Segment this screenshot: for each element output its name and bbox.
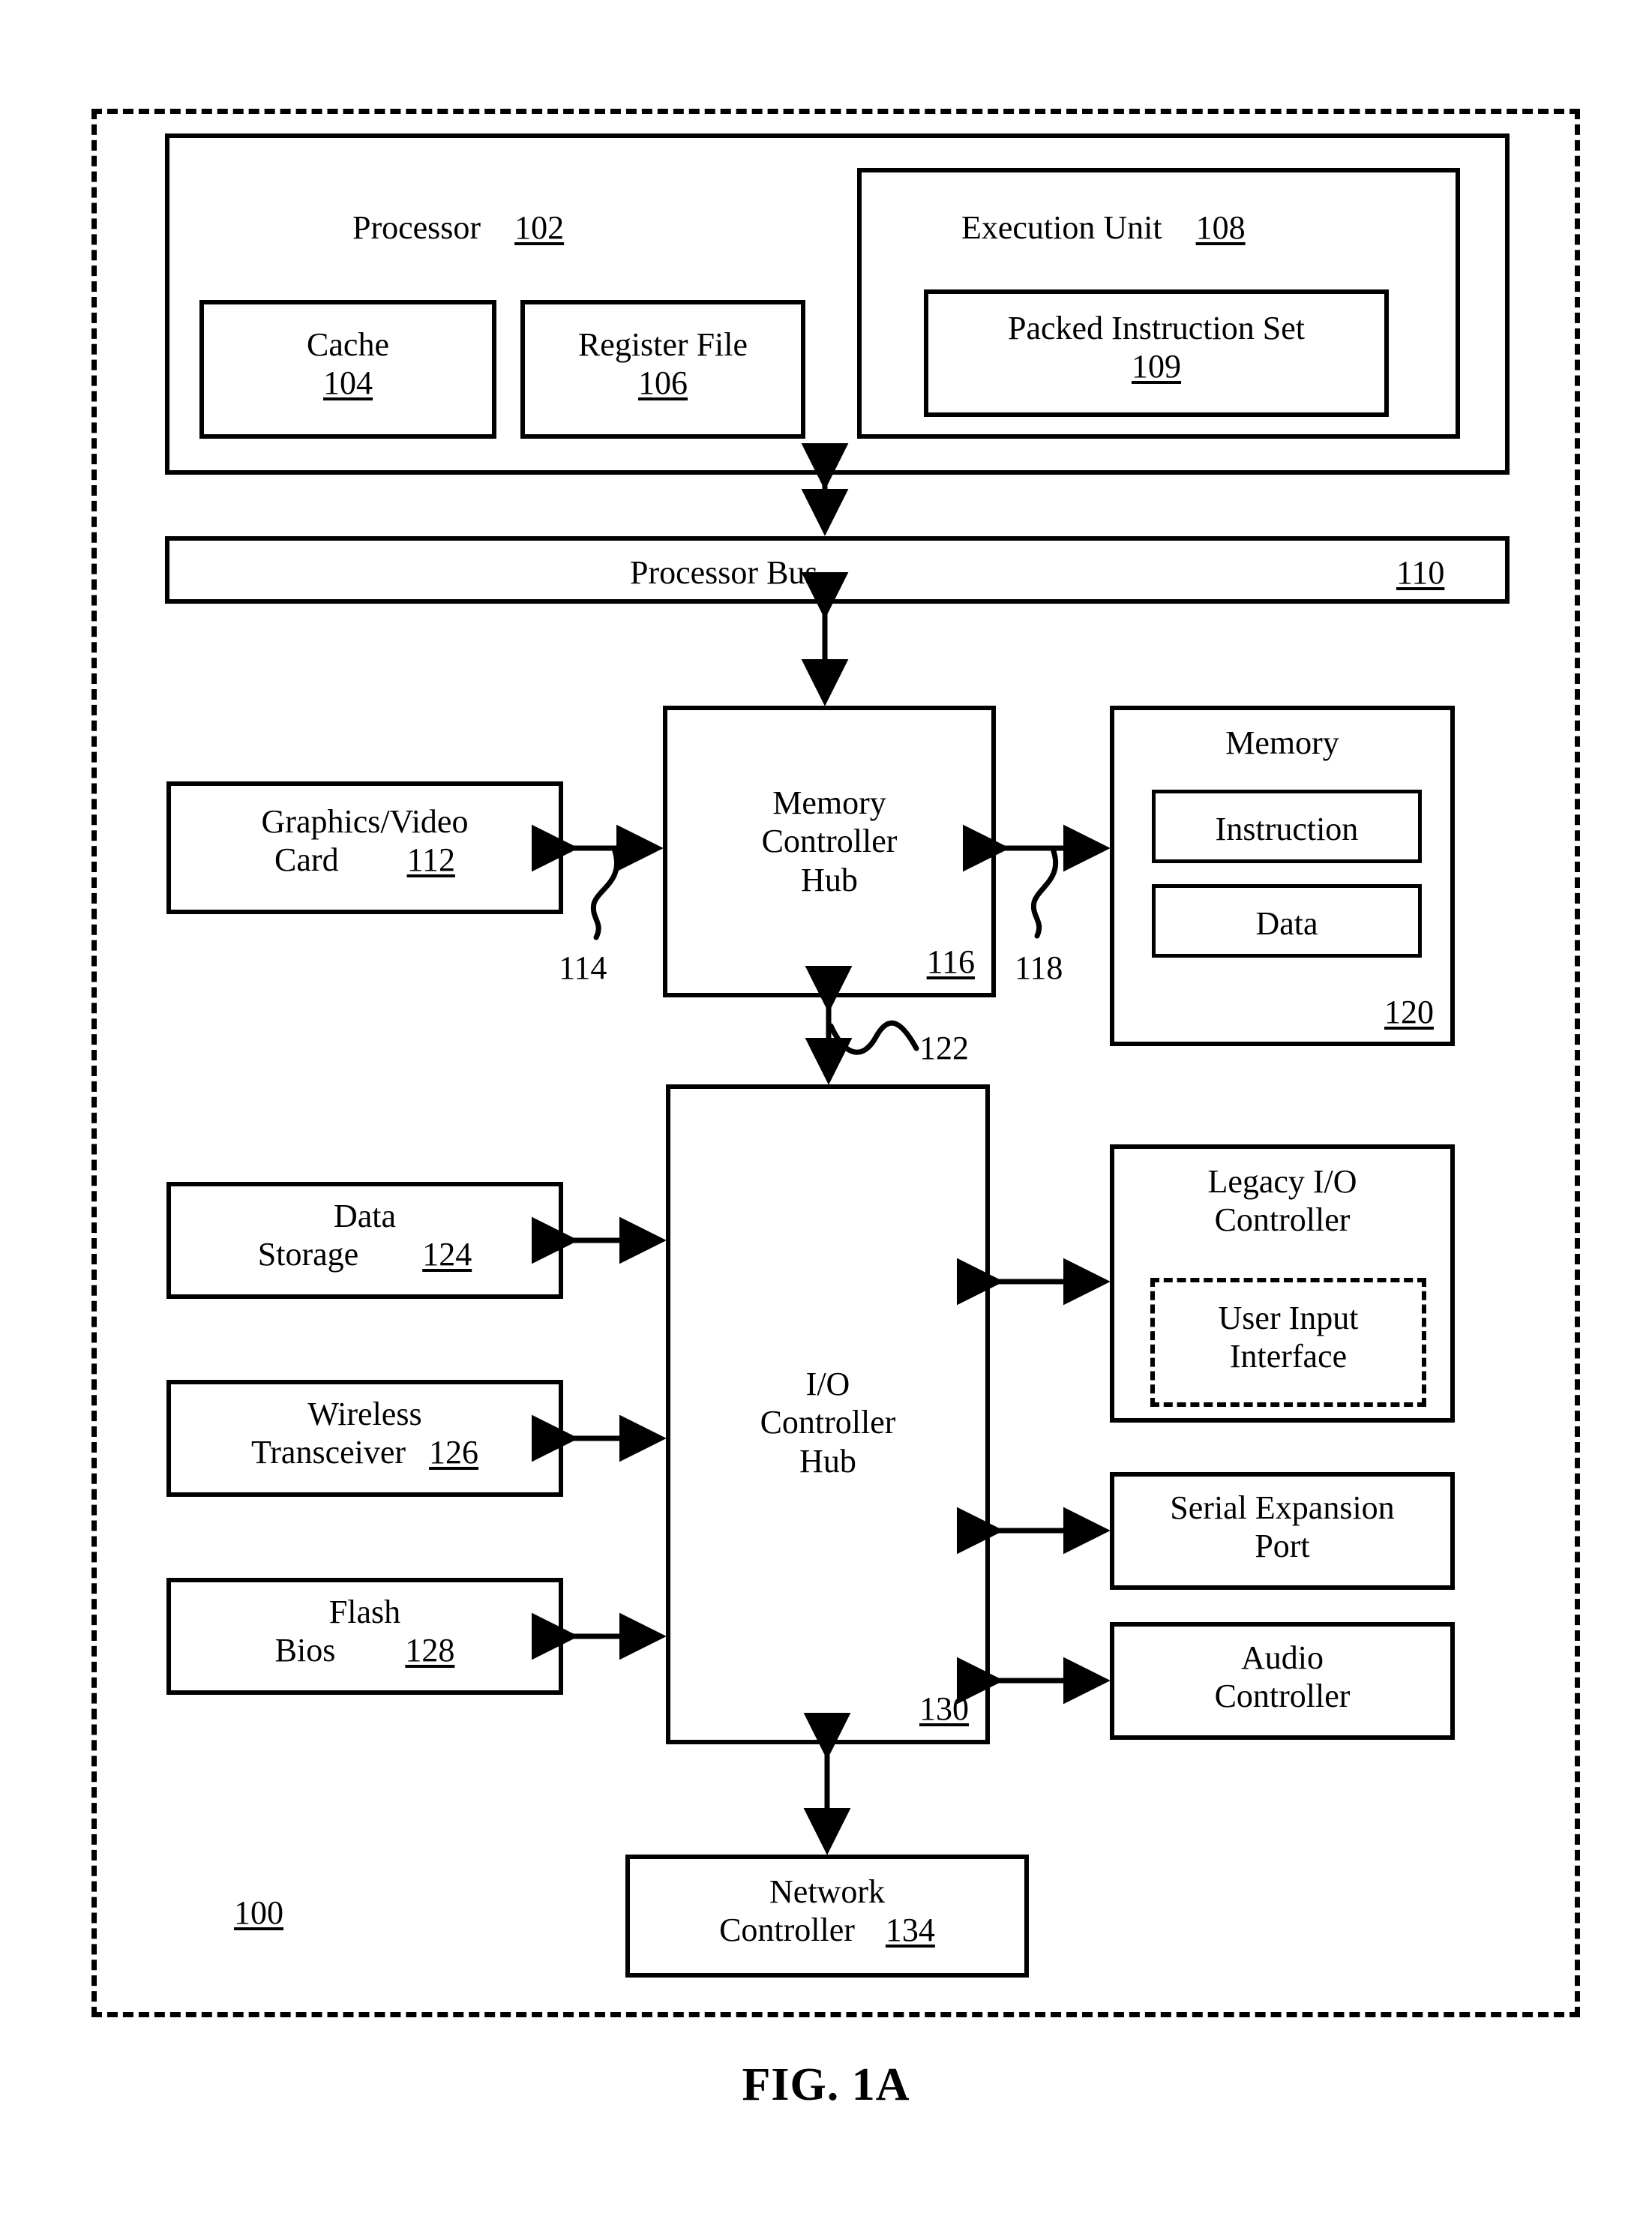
data-storage-block: Data Storage 124 [166, 1182, 563, 1299]
memory-controller-hub-line2: Controller [761, 823, 898, 860]
packed-instruction-set-block: Packed Instruction Set 109 [924, 289, 1389, 417]
memory-data-block: Data [1152, 884, 1422, 958]
wireless-transceiver-line2: Transceiver [250, 1434, 406, 1471]
flash-bios-line2-row: Bios 128 [171, 1631, 559, 1669]
graphics-link-ref: 114 [559, 949, 607, 986]
data-storage-line2-row: Storage 124 [171, 1235, 559, 1273]
flash-bios-ref: 128 [405, 1632, 455, 1669]
serial-expansion-port-block: Serial Expansion Port [1110, 1472, 1455, 1590]
processor-label: Processor 102 [352, 208, 564, 247]
packed-instruction-set-label: Packed Instruction Set [1008, 310, 1305, 346]
processor-ref: 102 [514, 209, 565, 246]
graphics-video-card-line1: Graphics/Video [261, 803, 469, 840]
memory-controller-hub-block: Memory Controller Hub 116 [663, 706, 996, 997]
memory-controller-hub-line1: Memory [772, 784, 886, 821]
register-file-ref: 106 [638, 364, 688, 402]
processor-bus-block [165, 536, 1510, 604]
serial-expansion-port-line1: Serial Expansion [1170, 1489, 1395, 1526]
serial-expansion-port-text: Serial Expansion Port [1114, 1489, 1450, 1566]
io-controller-hub-text: I/O Controller Hub [670, 1365, 985, 1480]
cache-block: Cache 104 [199, 300, 496, 439]
io-controller-hub-line1: I/O [805, 1366, 850, 1402]
network-controller-block: Network Controller 134 [625, 1855, 1029, 1978]
wireless-transceiver-line1: Wireless [307, 1396, 422, 1432]
legacy-io-controller-block: Legacy I/O Controller User Input Interfa… [1110, 1144, 1455, 1423]
user-input-interface-block: User Input Interface [1150, 1278, 1426, 1407]
data-storage-line1: Data [333, 1198, 397, 1234]
flash-bios-text: Flash Bios 128 [171, 1593, 559, 1670]
flash-bios-block: Flash Bios 128 [166, 1578, 563, 1695]
network-controller-text: Network Controller 134 [630, 1873, 1024, 1950]
io-controller-hub-block: I/O Controller Hub 130 [666, 1084, 990, 1744]
execution-unit-label-text: Execution Unit [961, 209, 1162, 246]
network-controller-line2: Controller [719, 1912, 855, 1949]
execution-unit-label: Execution Unit 108 [961, 208, 1246, 247]
graphics-video-card-line2-row: Card 112 [171, 841, 559, 879]
audio-controller-line1: Audio [1241, 1639, 1324, 1676]
data-storage-text: Data Storage 124 [171, 1197, 559, 1274]
processor-bus-label: Processor Bus [630, 553, 818, 592]
io-controller-hub-ref: 130 [919, 1690, 969, 1727]
memory-controller-hub-line3: Hub [801, 861, 858, 898]
io-controller-hub-line2: Controller [760, 1404, 896, 1441]
wireless-transceiver-block: Wireless Transceiver 126 [166, 1380, 563, 1497]
patent-figure-page: Processor 102 Cache 104 Register File 10… [0, 0, 1652, 2219]
graphics-video-card-line2: Card [274, 841, 339, 879]
memory-label: Memory [1225, 724, 1339, 761]
wireless-transceiver-line2-row: Transceiver 126 [171, 1433, 559, 1471]
register-file-label: Register File [577, 326, 748, 363]
serial-expansion-port-line2: Port [1255, 1528, 1310, 1565]
system-ref: 100 [234, 1894, 283, 1931]
wireless-transceiver-ref: 126 [429, 1434, 479, 1471]
network-controller-ref: 134 [885, 1912, 935, 1949]
processor-label-text: Processor [352, 209, 481, 246]
legacy-io-controller-line2: Controller [1214, 1201, 1351, 1239]
hub-interface-ref: 122 [919, 1030, 969, 1066]
processor-bus-label-text: Processor Bus [630, 554, 818, 591]
audio-controller-text: Audio Controller [1114, 1639, 1450, 1716]
flash-bios-line1: Flash [328, 1594, 401, 1630]
flash-bios-line2: Bios [274, 1632, 336, 1669]
network-controller-line2-row: Controller 134 [630, 1911, 1024, 1949]
memory-data-label: Data [1255, 905, 1318, 942]
data-storage-ref: 124 [422, 1236, 472, 1273]
register-file-text: Register File 106 [525, 325, 801, 403]
data-storage-line2: Storage [257, 1236, 359, 1273]
memory-instruction-block: Instruction [1152, 790, 1422, 863]
figure-caption: FIG. 1A [742, 2059, 910, 2110]
cache-ref: 104 [323, 364, 373, 402]
audio-controller-line2: Controller [1214, 1678, 1351, 1715]
execution-unit-ref: 108 [1195, 209, 1246, 246]
graphics-video-card-block: Graphics/Video Card 112 [166, 781, 563, 914]
processor-bus-ref: 110 [1396, 554, 1445, 591]
io-controller-hub-line3: Hub [799, 1442, 856, 1480]
graphics-video-card-text: Graphics/Video Card 112 [171, 802, 559, 880]
packed-instruction-set-ref: 109 [1132, 348, 1181, 385]
network-controller-line1: Network [769, 1873, 885, 1910]
memory-ref: 120 [1384, 994, 1434, 1030]
user-input-interface-line1: User Input [1218, 1300, 1359, 1336]
user-input-interface-text: User Input Interface [1155, 1299, 1422, 1376]
register-file-block: Register File 106 [520, 300, 805, 439]
audio-controller-block: Audio Controller [1110, 1622, 1455, 1740]
packed-instruction-set-text: Packed Instruction Set 109 [928, 309, 1384, 386]
memory-instruction-label: Instruction [1215, 811, 1359, 847]
legacy-io-controller-line1: Legacy I/O [1207, 1163, 1357, 1200]
memory-link-ref: 118 [1015, 949, 1063, 986]
memory-controller-hub-text: Memory Controller Hub [667, 784, 991, 899]
cache-text: Cache 104 [204, 325, 492, 403]
user-input-interface-line2: Interface [1229, 1338, 1348, 1375]
cache-label: Cache [307, 326, 389, 363]
graphics-video-card-ref: 112 [406, 841, 455, 879]
legacy-io-controller-text: Legacy I/O Controller [1114, 1162, 1450, 1240]
memory-block: Memory Instruction Data 120 [1110, 706, 1455, 1046]
memory-controller-hub-ref: 116 [926, 943, 975, 980]
wireless-transceiver-text: Wireless Transceiver 126 [171, 1395, 559, 1472]
